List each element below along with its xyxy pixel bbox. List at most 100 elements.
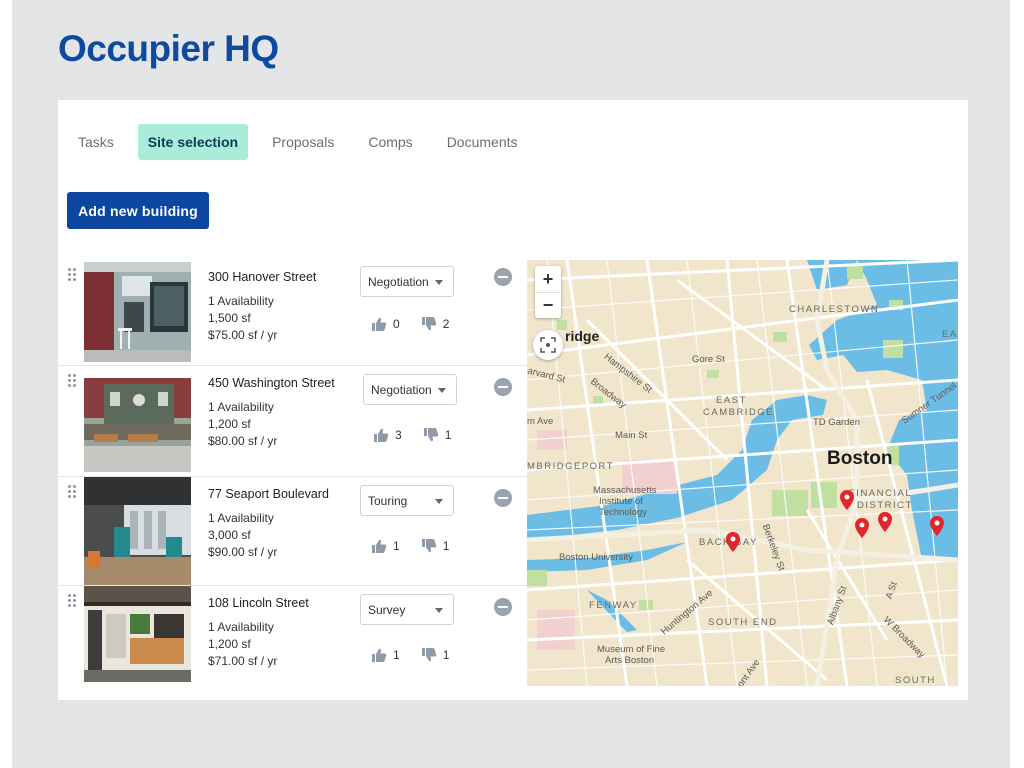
building-address[interactable]: 300 Hanover Street — [208, 268, 348, 286]
map-pin-icon[interactable] — [726, 532, 740, 552]
building-size: 3,000 sf — [208, 528, 251, 542]
drag-handle-icon[interactable] — [68, 374, 78, 388]
building-rate: $71.00 sf / yr — [208, 654, 278, 668]
thumbs-down-icon — [421, 539, 437, 553]
thumbs-up-icon — [374, 428, 389, 442]
building-row: 300 Hanover Street 1 Availability 1,500 … — [58, 260, 528, 366]
thumbs-down-button[interactable]: 1 — [423, 428, 452, 442]
site-selection-card: Tasks Site selection Proposals Comps Doc… — [58, 100, 968, 700]
map-label-cambridgeport: MBRIDGEPORT — [527, 461, 615, 472]
thumbs-up-button[interactable]: 3 — [374, 428, 402, 442]
map-label-ea: EA — [942, 329, 958, 340]
thumbs-down-count: 1 — [444, 428, 452, 442]
drag-handle-icon[interactable] — [68, 485, 78, 499]
building-availability: 1 Availability — [208, 620, 274, 634]
map-label-charlestown: CHARLESTOWN — [789, 304, 880, 315]
tab-documents[interactable]: Documents — [437, 124, 528, 160]
map-label-museum-1: Museum of Fine — [597, 644, 666, 655]
map-label-fenway: FENWAY — [589, 600, 638, 611]
building-address[interactable]: 77 Seaport Boulevard — [208, 485, 348, 503]
building-photo — [84, 378, 191, 472]
status-value: Survey — [368, 602, 406, 617]
thumbs-down-count: 1 — [442, 539, 450, 553]
map-label-mit-1: Massachusetts — [593, 485, 657, 496]
map-label-south-end: SOUTH END — [708, 617, 778, 628]
building-row: 450 Washington Street 1 Availability 1,2… — [58, 366, 528, 477]
status-value: Negotiation — [368, 274, 429, 289]
status-select[interactable]: Negotiation — [363, 374, 457, 405]
thumbs-up-count: 0 — [393, 317, 400, 331]
status-value: Negotiation — [371, 382, 432, 397]
chevron-down-icon — [435, 499, 443, 504]
thumbs-up-count: 3 — [395, 428, 402, 442]
tab-proposals[interactable]: Proposals — [262, 124, 344, 160]
thumbs-up-count: 1 — [393, 539, 400, 553]
map[interactable]: CHARLESTOWN ridge EAST CAMBRIDGE Boston … — [527, 260, 958, 686]
remove-building-icon[interactable] — [494, 489, 512, 507]
building-availability: 1 Availability — [208, 511, 274, 525]
app-title: Occupier HQ — [58, 28, 279, 69]
map-label-east-cambridge: CAMBRIDGE — [703, 407, 775, 418]
vote-group: 0 2 — [372, 317, 449, 331]
building-row: 108 Lincoln Street 1 Availability 1,200 … — [58, 586, 528, 691]
status-value: Touring — [368, 493, 408, 508]
map-pin-icon[interactable] — [930, 516, 944, 536]
tab-tasks[interactable]: Tasks — [68, 124, 124, 160]
thumbs-down-button[interactable]: 1 — [421, 539, 450, 553]
thumbs-down-count: 1 — [442, 648, 450, 662]
thumbs-up-button[interactable]: 1 — [372, 539, 400, 553]
vote-group: 1 1 — [372, 539, 449, 553]
status-select[interactable]: Survey — [360, 594, 454, 625]
status-select[interactable]: Negotiation — [360, 266, 454, 297]
map-label-boston-university: Boston University — [559, 552, 633, 563]
vote-group: 3 1 — [374, 428, 451, 442]
map-label-main-st: Main St — [615, 430, 648, 441]
thumbs-down-button[interactable]: 1 — [421, 648, 450, 662]
building-rate: $80.00 sf / yr — [208, 434, 278, 448]
building-photo — [84, 477, 191, 585]
building-address[interactable]: 108 Lincoln Street — [208, 594, 348, 612]
building-availability: 1 Availability — [208, 400, 274, 414]
thumbs-up-count: 1 — [393, 648, 400, 662]
zoom-control: + − — [535, 266, 561, 318]
thumbs-up-button[interactable]: 1 — [372, 648, 400, 662]
map-pin-icon[interactable] — [840, 490, 854, 510]
tab-bar: Tasks Site selection Proposals Comps Doc… — [68, 124, 542, 160]
thumbs-up-button[interactable]: 0 — [372, 317, 400, 331]
building-size: 1,500 sf — [208, 311, 251, 325]
building-size: 1,200 sf — [208, 637, 251, 651]
locate-button[interactable] — [533, 330, 563, 360]
zoom-in-button[interactable]: + — [535, 266, 561, 292]
map-label-m-ave: m Ave — [527, 416, 554, 427]
building-info: 450 Washington Street 1 Availability 1,2… — [208, 374, 348, 450]
remove-building-icon[interactable] — [494, 598, 512, 616]
thumbs-up-icon — [372, 539, 387, 553]
building-address[interactable]: 450 Washington Street — [208, 374, 348, 392]
building-size: 1,200 sf — [208, 417, 251, 431]
add-new-building-button[interactable]: Add new building — [67, 192, 209, 229]
thumbs-down-button[interactable]: 2 — [421, 317, 449, 331]
map-pin-icon[interactable] — [878, 512, 892, 532]
thumbs-down-icon — [421, 317, 437, 331]
map-label-mit-3: Technology — [599, 507, 648, 518]
building-rate: $90.00 sf / yr — [208, 545, 278, 559]
map-label-financial: FINANCIAL — [849, 488, 913, 499]
remove-building-icon[interactable] — [494, 268, 512, 286]
remove-building-icon[interactable] — [494, 378, 512, 396]
building-photo — [84, 586, 191, 682]
thumbs-up-icon — [372, 317, 387, 331]
map-label-east: EAST — [716, 395, 747, 406]
map-label-cambridge: ridge — [565, 328, 600, 344]
drag-handle-icon[interactable] — [68, 268, 78, 282]
tab-comps[interactable]: Comps — [358, 124, 422, 160]
drag-handle-icon[interactable] — [68, 594, 78, 608]
building-rate: $75.00 sf / yr — [208, 328, 278, 342]
crosshair-icon — [540, 337, 556, 353]
tab-site-selection[interactable]: Site selection — [137, 124, 249, 160]
zoom-out-button[interactable]: − — [535, 292, 561, 318]
map-label-south: SOUTH — [895, 675, 936, 686]
status-select[interactable]: Touring — [360, 485, 454, 516]
map-pin-icon[interactable] — [855, 518, 869, 538]
thumbs-down-icon — [423, 428, 439, 442]
building-info: 77 Seaport Boulevard 1 Availability 3,00… — [208, 485, 348, 561]
